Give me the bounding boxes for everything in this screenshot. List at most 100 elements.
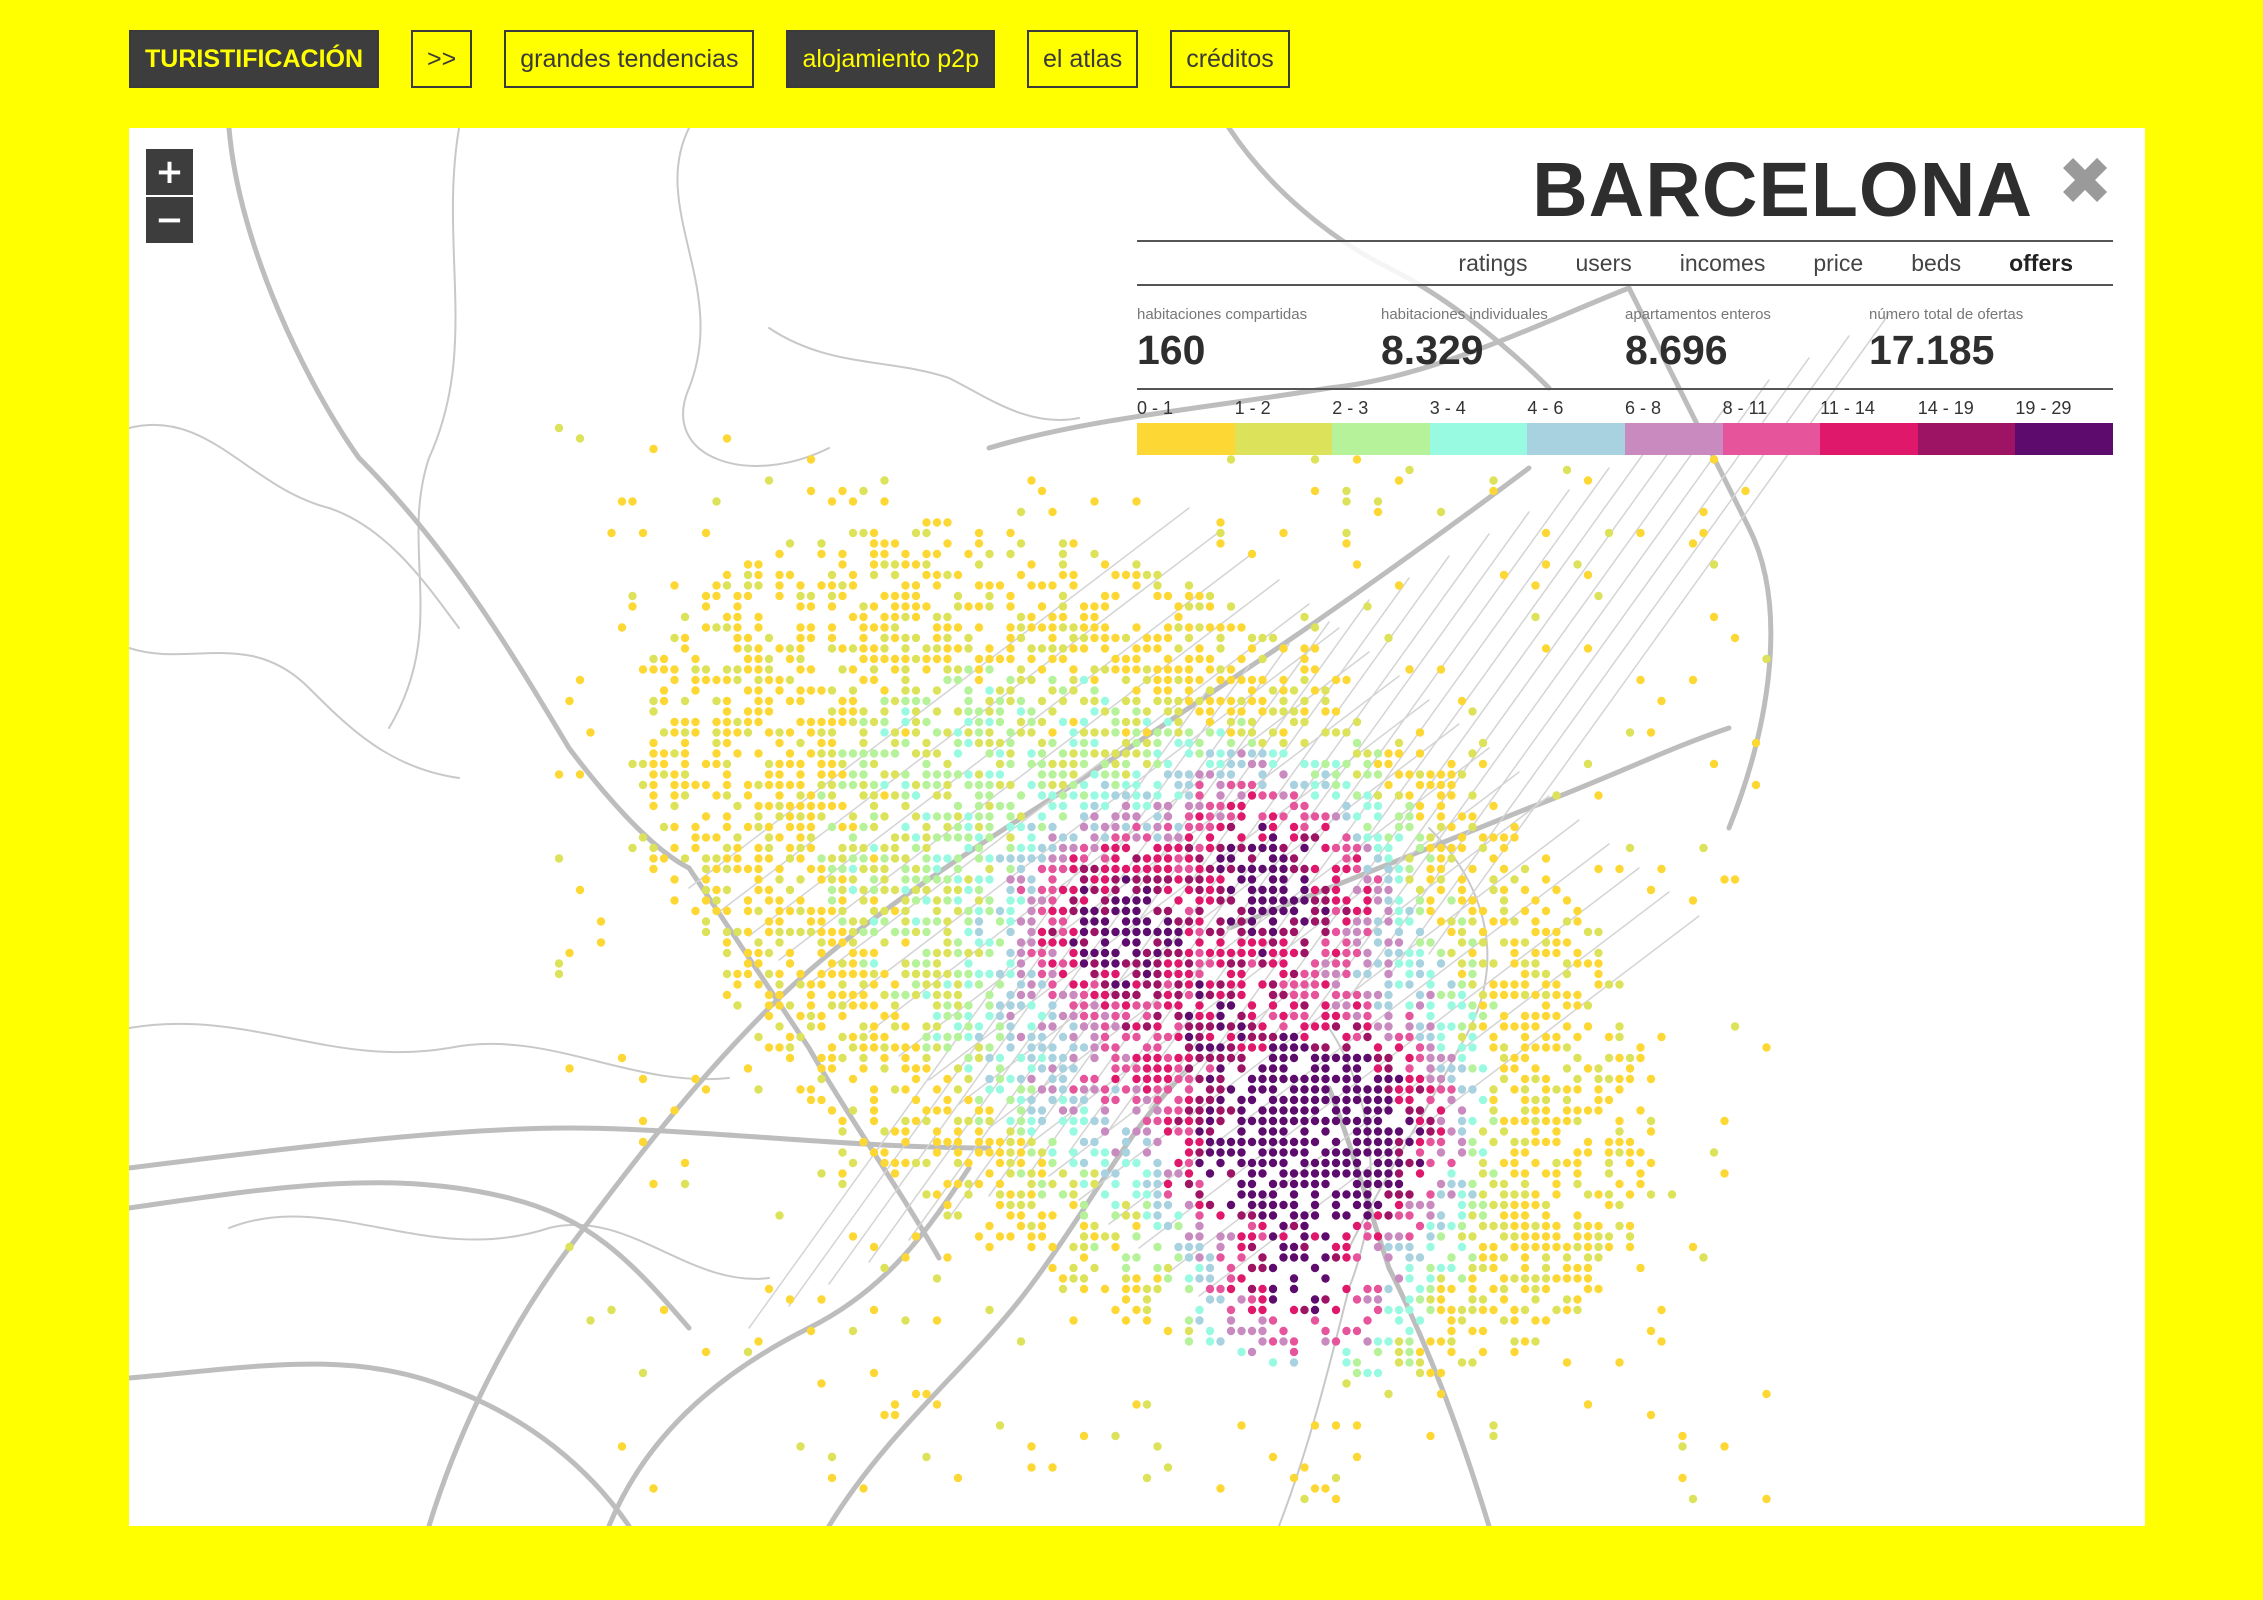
density-dot xyxy=(1331,969,1341,979)
density-dot xyxy=(985,1001,994,1010)
density-dot xyxy=(1226,1148,1236,1157)
density-dot xyxy=(1573,948,1582,958)
density-dot xyxy=(1132,917,1141,926)
density-dot xyxy=(1268,1316,1278,1325)
density-dot xyxy=(1258,833,1267,842)
close-icon[interactable]: ✖ xyxy=(2057,143,2113,220)
nav-item[interactable]: créditos xyxy=(1170,30,1290,88)
density-dot xyxy=(1541,854,1551,863)
density-dot xyxy=(1489,885,1498,895)
tab-users[interactable]: users xyxy=(1575,250,1631,277)
density-dot xyxy=(1268,822,1278,832)
density-dot xyxy=(1184,1137,1194,1147)
density-dot xyxy=(869,1368,879,1378)
density-dot xyxy=(1384,980,1393,989)
density-dot xyxy=(1195,1074,1204,1084)
density-dot xyxy=(1205,1274,1215,1283)
density-dot xyxy=(1100,1032,1110,1042)
density-dot xyxy=(932,770,942,779)
density-dot xyxy=(1258,770,1267,779)
tab-price[interactable]: price xyxy=(1813,250,1863,277)
density-dot xyxy=(901,1127,910,1136)
density-dot xyxy=(1006,875,1015,884)
density-dot xyxy=(869,1242,879,1252)
density-dot xyxy=(953,665,963,674)
density-dot xyxy=(1541,1074,1551,1084)
density-dot xyxy=(1226,1274,1236,1283)
density-dot xyxy=(1132,1085,1141,1094)
density-dot xyxy=(722,612,732,622)
density-dot xyxy=(754,717,763,727)
density-dot xyxy=(985,1137,994,1147)
density-dot xyxy=(1132,1127,1141,1136)
density-dot xyxy=(691,833,700,842)
density-dot xyxy=(1247,1347,1257,1357)
density-dot xyxy=(1247,885,1257,895)
density-dot xyxy=(869,1032,879,1042)
density-dot xyxy=(1142,1053,1152,1063)
density-dot xyxy=(932,707,942,716)
tab-offers[interactable]: offers xyxy=(2009,250,2073,277)
zoom-in-button[interactable]: + xyxy=(146,149,193,195)
density-dot xyxy=(1069,728,1078,737)
density-dot xyxy=(1363,1001,1372,1010)
tab-ratings[interactable]: ratings xyxy=(1458,250,1527,277)
tab-beds[interactable]: beds xyxy=(1911,250,1961,277)
density-dot xyxy=(1289,801,1299,811)
density-dot xyxy=(953,938,963,947)
density-dot xyxy=(869,675,879,685)
density-dot xyxy=(1258,1064,1267,1073)
density-dot xyxy=(1111,759,1120,769)
nav-item[interactable]: grandes tendencias xyxy=(504,30,755,88)
density-dot xyxy=(1016,1158,1026,1168)
density-dot xyxy=(733,843,742,853)
density-dot xyxy=(1258,1116,1267,1126)
density-dot xyxy=(1121,1053,1131,1063)
density-dot xyxy=(1321,770,1330,779)
density-dot xyxy=(1237,791,1246,800)
nav-item[interactable]: alojamiento p2p xyxy=(786,30,995,88)
density-dot xyxy=(1331,791,1341,800)
density-dot xyxy=(1321,843,1330,853)
density-dot xyxy=(1069,1127,1078,1136)
density-dot xyxy=(1006,1011,1015,1021)
density-dot xyxy=(1625,1221,1635,1231)
density-dot xyxy=(1058,906,1068,916)
density-dot xyxy=(869,780,879,790)
density-dot xyxy=(985,591,994,601)
density-dot xyxy=(1006,1232,1015,1241)
density-dot xyxy=(1006,843,1015,853)
density-dot xyxy=(1426,1074,1435,1084)
density-dot xyxy=(722,759,732,769)
nav-item[interactable]: TURISTIFICACIÓN xyxy=(129,30,380,88)
density-dot xyxy=(1048,854,1057,863)
density-dot xyxy=(974,969,984,979)
density-dot xyxy=(943,644,952,653)
density-dot xyxy=(1541,1137,1551,1147)
density-dot xyxy=(743,560,753,569)
zoom-out-button[interactable]: − xyxy=(146,197,193,243)
density-dot xyxy=(1226,801,1236,811)
density-dot xyxy=(712,833,721,842)
density-dot xyxy=(1268,1232,1278,1241)
density-dot xyxy=(1069,1106,1078,1115)
density-dot xyxy=(1027,654,1036,664)
density-dot xyxy=(1016,612,1026,622)
density-dot xyxy=(1468,969,1477,979)
density-dot xyxy=(1195,1116,1204,1126)
density-dot xyxy=(1699,528,1708,538)
density-dot xyxy=(1184,969,1194,979)
density-dot xyxy=(1184,1116,1194,1126)
density-dot xyxy=(1331,1053,1341,1063)
tab-incomes[interactable]: incomes xyxy=(1680,250,1766,277)
density-dot xyxy=(1625,1137,1635,1147)
density-dot xyxy=(754,801,763,811)
nav-item[interactable]: el atlas xyxy=(1026,30,1139,88)
density-dot xyxy=(953,591,963,601)
nav-item[interactable]: >> xyxy=(411,30,473,88)
density-dot xyxy=(1657,1305,1666,1315)
density-dot xyxy=(1111,1232,1120,1241)
map-view[interactable]: + − BARCELONA ✖ ratings users incomes price… xyxy=(129,128,2145,1526)
density-dot xyxy=(1300,707,1309,716)
density-dot xyxy=(1331,1337,1341,1346)
